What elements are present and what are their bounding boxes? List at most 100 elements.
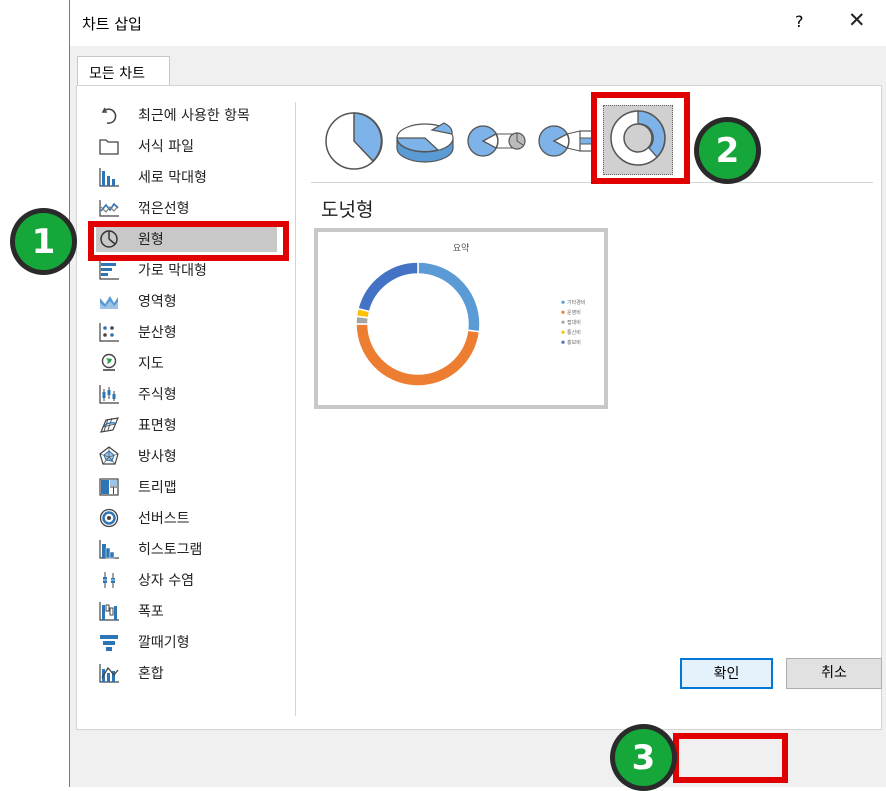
chart-type-label: 히스토그램: [138, 542, 203, 558]
list-separator: [295, 102, 296, 716]
chart-type-label: 세로 막대형: [138, 170, 207, 186]
recent-icon: [96, 103, 122, 127]
legend-label: 홍보비: [567, 339, 581, 346]
chart-panel: 최근에 사용한 항목 서식 파일 세로 막대형 꺾은선형 원형 가로 막대형 영…: [76, 85, 882, 730]
donut-subtype-icon: [607, 107, 669, 173]
step-3-badge: 3: [610, 724, 677, 791]
chart-type-label: 최근에 사용한 항목: [138, 108, 250, 124]
close-button[interactable]: ✕: [848, 8, 866, 32]
chart-type-funnel[interactable]: 깔때기형: [96, 629, 272, 655]
scatter-chart-icon: [96, 320, 122, 344]
step-3-number: 3: [615, 729, 672, 786]
step-2-number: 2: [699, 122, 756, 179]
chart-type-histogram[interactable]: 히스토그램: [96, 536, 272, 562]
subtype-pie-of-pie[interactable]: [461, 108, 531, 178]
chart-type-bar[interactable]: 가로 막대형: [96, 257, 272, 283]
chart-type-label: 깔때기형: [138, 635, 190, 651]
chart-type-waterfall[interactable]: 폭포: [96, 598, 272, 624]
subtype-3d-pie[interactable]: [390, 108, 460, 178]
waterfall-chart-icon: [96, 599, 122, 623]
line-chart-icon: [96, 196, 122, 220]
chart-type-stock[interactable]: 주식형: [96, 381, 272, 407]
chart-type-radar[interactable]: 방사형: [96, 443, 272, 469]
box-whisker-chart-icon: [96, 568, 122, 592]
pie-subtype-icon: [323, 110, 385, 176]
folder-icon: [96, 134, 122, 158]
subtype-pie[interactable]: [319, 108, 389, 178]
surface-chart-icon: [96, 413, 122, 437]
chart-type-label: 가로 막대형: [138, 263, 207, 279]
pie-of-pie-subtype-icon: [465, 110, 527, 176]
selected-subtype-name: 도넛형: [321, 199, 374, 221]
funnel-chart-icon: [96, 630, 122, 654]
step-1-badge: 1: [10, 208, 77, 275]
gallery-divider: [311, 182, 873, 183]
chart-type-label: 주식형: [138, 387, 177, 403]
chart-preview[interactable]: 요약 기타경비운영비접대비통신비홍보비: [314, 228, 608, 409]
chart-type-label: 지도: [138, 356, 164, 372]
legend-marker: [561, 300, 565, 304]
donut-slice-5: [357, 261, 419, 313]
stock-chart-icon: [96, 382, 122, 406]
legend-marker: [561, 310, 565, 314]
chart-type-treemap[interactable]: 트리맵: [96, 474, 272, 500]
chart-type-label: 서식 파일: [138, 139, 194, 155]
chart-type-scatter[interactable]: 분산형: [96, 319, 272, 345]
chart-type-label: 분산형: [138, 325, 177, 341]
chart-type-area[interactable]: 영역형: [96, 288, 272, 314]
step-1-number: 1: [15, 213, 72, 270]
chart-type-sunburst[interactable]: 선버스트: [96, 505, 272, 531]
map-chart-icon: [96, 351, 122, 375]
chart-type-templates[interactable]: 서식 파일: [96, 133, 272, 159]
chart-type-label: 트리맵: [138, 480, 177, 496]
3d-pie-subtype-icon: [394, 110, 456, 176]
radar-chart-icon: [96, 444, 122, 468]
area-chart-icon: [96, 289, 122, 313]
chart-type-label: 영역형: [138, 294, 177, 310]
chart-type-label: 폭포: [138, 604, 164, 620]
legend-marker: [561, 340, 565, 344]
chart-type-map[interactable]: 지도: [96, 350, 272, 376]
legend-label: 운영비: [567, 309, 581, 316]
chart-type-label: 원형: [138, 232, 164, 248]
chart-type-label: 표면형: [138, 418, 177, 434]
chart-type-combo[interactable]: 혼합: [96, 660, 272, 686]
donut-preview-chart: 요약 기타경비운영비접대비통신비홍보비: [355, 242, 585, 387]
insert-chart-dialog: 차트 삽입 ? ✕ 모든 차트 최근에 사용한 항목 서식 파일 세로 막대형 …: [69, 0, 886, 787]
ok-button[interactable]: 확인: [680, 658, 773, 689]
subtype-donut[interactable]: [603, 105, 673, 175]
treemap-chart-icon: [96, 475, 122, 499]
chart-type-pie[interactable]: 원형: [96, 226, 277, 252]
chart-type-label: 방사형: [138, 449, 177, 465]
donut-slice-1: [417, 261, 481, 333]
legend-marker: [561, 320, 565, 324]
dialog-title: 차트 삽입: [82, 15, 142, 33]
histogram-chart-icon: [96, 537, 122, 561]
chart-type-label: 꺾은선형: [138, 201, 190, 217]
sunburst-chart-icon: [96, 506, 122, 530]
chart-title: 요약: [453, 242, 470, 254]
chart-type-recent[interactable]: 최근에 사용한 항목: [96, 102, 272, 128]
donut-slice-2: [355, 323, 481, 387]
bar-chart-icon: [96, 258, 122, 282]
legend-label: 통신비: [567, 329, 581, 336]
chart-type-line[interactable]: 꺾은선형: [96, 195, 272, 221]
chart-type-box-whisker[interactable]: 상자 수염: [96, 567, 272, 593]
chart-type-label: 혼합: [138, 666, 164, 682]
step-2-badge: 2: [694, 117, 761, 184]
column-chart-icon: [96, 165, 122, 189]
legend-marker: [561, 330, 565, 334]
chart-type-label: 선버스트: [138, 511, 190, 527]
cancel-button[interactable]: 취소: [786, 658, 882, 689]
chart-type-surface[interactable]: 표면형: [96, 412, 272, 438]
chart-type-label: 상자 수염: [138, 573, 194, 589]
subtype-bar-of-pie[interactable]: [532, 108, 602, 178]
legend-label: 기타경비: [567, 299, 585, 306]
legend-label: 접대비: [567, 319, 581, 326]
combo-chart-icon: [96, 661, 122, 685]
title-bar: 차트 삽입 ? ✕: [70, 0, 886, 46]
tab-all-charts[interactable]: 모든 차트: [77, 56, 170, 86]
chart-type-column[interactable]: 세로 막대형: [96, 164, 272, 190]
help-button[interactable]: ?: [795, 12, 804, 31]
bar-of-pie-subtype-icon: [536, 110, 598, 176]
